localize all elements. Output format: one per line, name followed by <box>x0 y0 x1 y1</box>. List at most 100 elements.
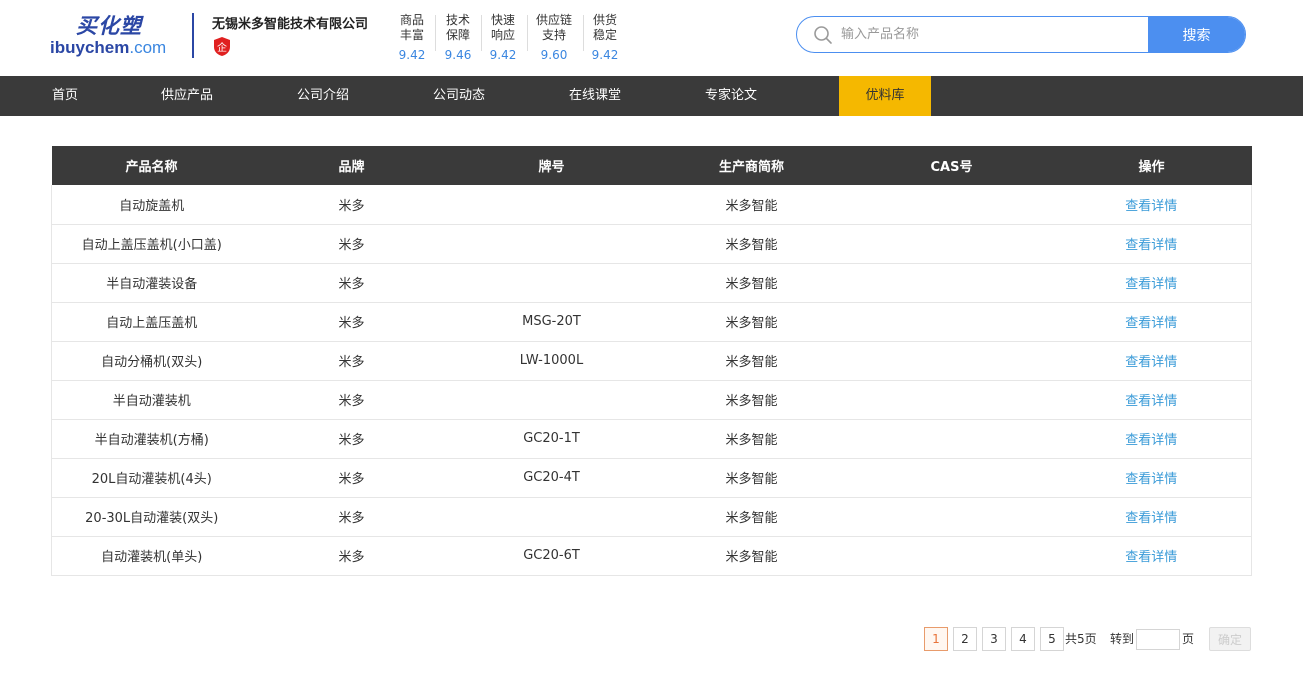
score-label-line2: 支持 <box>541 28 566 42</box>
view-details-link[interactable]: 查看详情 <box>1052 224 1252 263</box>
score-value: 9.42 <box>398 48 426 62</box>
column-header-cas: CAS号 <box>930 160 973 175</box>
view-details-link[interactable]: 查看详情 <box>1052 263 1252 302</box>
score-label-line1: 快速 <box>490 13 515 27</box>
view-details-link[interactable]: 查看详情 <box>1052 497 1252 536</box>
cell-maker: 米多智能 <box>725 433 778 448</box>
page-unit-label: 页 <box>1182 632 1195 646</box>
cell-grade: GC20-4T <box>523 470 580 485</box>
score-item: 供应链 支持 9.60 <box>531 13 577 63</box>
cell-cas <box>852 185 1052 224</box>
nav-item-papers[interactable]: 专家论文 <box>694 76 768 116</box>
nav-item-about[interactable]: 公司介绍 <box>286 76 360 116</box>
score-label-line1: 技术 <box>445 13 470 27</box>
cell-product-name: 20L自动灌装机(4头) <box>91 472 212 487</box>
score-label-line1: 供应链 <box>535 13 572 27</box>
logo-english-text: ibuychem.com <box>50 38 166 58</box>
enterprise-badge-icon: 企 <box>212 36 232 57</box>
cell-brand: 米多 <box>338 277 365 292</box>
column-header-maker: 生产商简称 <box>718 160 784 175</box>
goto-confirm-button[interactable]: 确定 <box>1209 627 1251 651</box>
cell-cas <box>852 497 1052 536</box>
pagination: 1 2 3 4 5 共5页 转到 页 确定 <box>924 627 1251 651</box>
cell-product-name: 自动分桶机(双头) <box>101 355 203 370</box>
score-label-line2: 稳定 <box>592 28 617 42</box>
main-nav: 首页 供应产品 公司介绍 公司动态 在线课堂 专家论文 优料库 <box>0 76 1303 116</box>
page-total-text: 共5页 <box>1065 632 1097 646</box>
cell-cas <box>852 302 1052 341</box>
cell-product-name: 20-30L自动灌装(双头) <box>85 511 219 526</box>
cell-maker: 米多智能 <box>725 511 778 526</box>
nav-item-courses[interactable]: 在线课堂 <box>558 76 632 116</box>
view-details-link[interactable]: 查看详情 <box>1052 380 1252 419</box>
table-row: 自动上盖压盖机 米多 MSG-20T 米多智能 查看详情 <box>51 302 1252 341</box>
header-divider <box>192 13 194 58</box>
score-separator <box>481 15 482 51</box>
cell-brand: 米多 <box>338 394 365 409</box>
score-separator <box>527 15 528 51</box>
cell-product-name: 半自动灌装机 <box>112 394 191 409</box>
score-value: 9.42 <box>591 48 619 62</box>
cell-grade <box>452 185 652 224</box>
cell-grade <box>452 263 652 302</box>
nav-item-material-library[interactable]: 优料库 <box>839 76 931 116</box>
view-details-link[interactable]: 查看详情 <box>1052 341 1252 380</box>
site-header: 买化塑 ibuychem.com 无锡米多智能技术有限公司 企 商品 丰富 9.… <box>0 0 1303 76</box>
cell-product-name: 半自动灌装机(方桶) <box>94 433 209 448</box>
cell-grade <box>452 224 652 263</box>
view-details-link[interactable]: 查看详情 <box>1052 185 1252 224</box>
cell-grade <box>452 380 652 419</box>
cell-cas <box>852 536 1052 575</box>
cell-brand: 米多 <box>338 355 365 370</box>
cell-brand: 米多 <box>338 472 365 487</box>
cell-product-name: 自动灌装机(单头) <box>101 550 203 565</box>
goto-label: 转到 <box>1110 632 1135 646</box>
column-header-action: 操作 <box>1138 160 1165 175</box>
cell-brand: 米多 <box>338 238 365 253</box>
cell-grade: GC20-6T <box>523 548 580 563</box>
table-row: 自动旋盖机 米多 米多智能 查看详情 <box>51 185 1252 224</box>
badge-text: 企 <box>217 41 227 54</box>
page-button-3[interactable]: 3 <box>982 627 1006 651</box>
page-button-2[interactable]: 2 <box>953 627 977 651</box>
site-logo[interactable]: 买化塑 ibuychem.com <box>50 10 175 60</box>
column-header-grade: 牌号 <box>538 160 565 175</box>
search-button[interactable]: 搜索 <box>1148 17 1245 52</box>
cell-grade <box>452 497 652 536</box>
cell-cas <box>852 224 1052 263</box>
table-row: 自动上盖压盖机(小口盖) 米多 米多智能 查看详情 <box>51 224 1252 263</box>
page-button-4[interactable]: 4 <box>1011 627 1035 651</box>
logo-chinese-text: 买化塑 <box>76 14 142 38</box>
nav-item-news[interactable]: 公司动态 <box>422 76 496 116</box>
table-row: 20-30L自动灌装(双头) 米多 米多智能 查看详情 <box>51 497 1252 536</box>
goto-page-input[interactable] <box>1136 629 1180 650</box>
score-item: 快速 响应 9.42 <box>483 13 523 63</box>
score-label-line2: 响应 <box>490 28 515 42</box>
score-value: 9.60 <box>540 48 568 62</box>
view-details-link[interactable]: 查看详情 <box>1052 536 1252 575</box>
score-label-line1: 供货 <box>592 13 617 27</box>
page-button-5[interactable]: 5 <box>1040 627 1064 651</box>
search-input[interactable] <box>841 17 1141 52</box>
view-details-link[interactable]: 查看详情 <box>1052 458 1252 497</box>
search-icon <box>813 25 833 45</box>
view-details-link[interactable]: 查看详情 <box>1052 419 1252 458</box>
table-row: 半自动灌装设备 米多 米多智能 查看详情 <box>51 263 1252 302</box>
cell-cas <box>852 341 1052 380</box>
logo-english-suffix: .com <box>129 38 167 57</box>
table-row: 自动灌装机(单头) 米多 GC20-6T 米多智能 查看详情 <box>51 536 1252 575</box>
view-details-link[interactable]: 查看详情 <box>1052 302 1252 341</box>
table-row: 自动分桶机(双头) 米多 LW-1000L 米多智能 查看详情 <box>51 341 1252 380</box>
page-button-1[interactable]: 1 <box>924 627 948 651</box>
table-row: 半自动灌装机 米多 米多智能 查看详情 <box>51 380 1252 419</box>
cell-maker: 米多智能 <box>725 238 778 253</box>
nav-item-home[interactable]: 首页 <box>36 76 94 116</box>
score-label-line1: 商品 <box>399 13 424 27</box>
cell-cas <box>852 458 1052 497</box>
cell-brand: 米多 <box>338 316 365 331</box>
cell-cas <box>852 380 1052 419</box>
cell-product-name: 半自动灌装设备 <box>106 277 198 292</box>
cell-product-name: 自动上盖压盖机 <box>106 316 198 331</box>
column-header-brand: 品牌 <box>338 160 365 175</box>
nav-item-products[interactable]: 供应产品 <box>150 76 224 116</box>
